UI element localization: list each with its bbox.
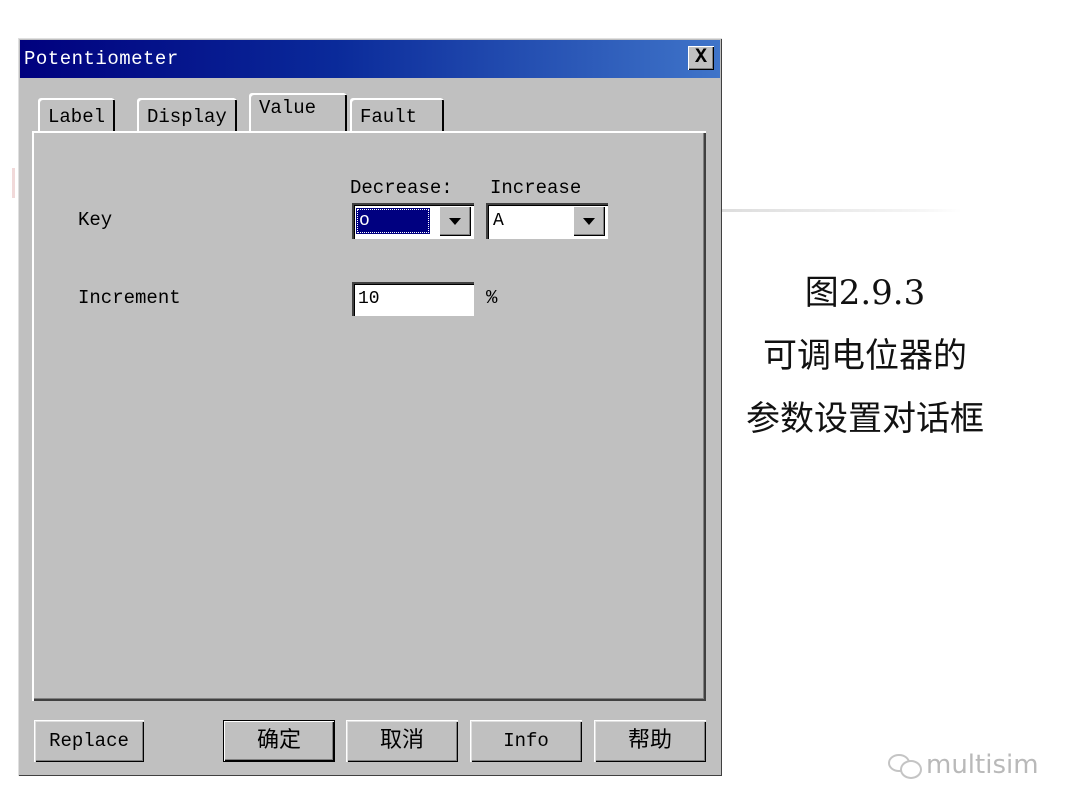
figure-caption: 图2.9.3 可调电位器的 参数设置对话框 xyxy=(730,262,1000,451)
replace-button-label: Replace xyxy=(49,730,129,752)
help-button[interactable]: 帮助 xyxy=(594,720,706,762)
tab-display-text: Display xyxy=(147,106,227,128)
dropdown-arrow-icon[interactable] xyxy=(573,206,605,236)
potentiometer-dialog: Potentiometer X Label Display Value Faul… xyxy=(18,38,722,776)
increase-label: Increase xyxy=(490,177,582,199)
increment-input[interactable]: 10 xyxy=(352,282,474,316)
cancel-button-label: 取消 xyxy=(379,728,424,753)
decrease-key-value: o xyxy=(356,208,430,234)
tab-fault[interactable]: Fault xyxy=(350,98,444,132)
tab-value-text: Value xyxy=(259,97,317,119)
tab-display[interactable]: Display xyxy=(137,98,237,132)
decorative-mark xyxy=(12,168,15,198)
help-button-label: 帮助 xyxy=(627,728,672,753)
tab-label-text: Label xyxy=(48,106,106,128)
watermark: multisim xyxy=(888,750,1039,780)
wechat-icon xyxy=(888,753,922,779)
tab-label[interactable]: Label xyxy=(38,98,116,132)
dropdown-arrow-icon[interactable] xyxy=(439,206,471,236)
decrease-label: Decrease: xyxy=(350,177,453,199)
separator-line xyxy=(722,209,962,212)
caption-line-2: 可调电位器的 xyxy=(763,336,967,376)
increment-unit: % xyxy=(486,287,498,309)
dialog-title: Potentiometer xyxy=(24,48,179,70)
title-bar[interactable]: Potentiometer X xyxy=(20,40,720,78)
close-icon: X xyxy=(694,46,707,69)
replace-button[interactable]: Replace xyxy=(34,720,144,762)
increase-key-value: A xyxy=(493,211,504,231)
cancel-button[interactable]: 取消 xyxy=(346,720,458,762)
tab-value[interactable]: Value xyxy=(249,93,347,133)
caption-figure-number: 图2.9.3 xyxy=(804,273,926,313)
decrease-key-select[interactable]: o xyxy=(352,203,474,239)
increment-label: Increment xyxy=(78,287,181,309)
close-button[interactable]: X xyxy=(688,46,714,70)
info-button[interactable]: Info xyxy=(470,720,582,762)
value-tab-panel: Key Decrease: Increase o A Increment 10 … xyxy=(32,131,706,701)
tab-fault-text: Fault xyxy=(360,106,418,128)
watermark-text: multisim xyxy=(926,750,1039,780)
ok-button-label: 确定 xyxy=(256,728,301,753)
ok-button[interactable]: 确定 xyxy=(223,720,335,762)
caption-line-3: 参数设置对话框 xyxy=(746,399,984,439)
info-button-label: Info xyxy=(503,730,549,752)
increase-key-select[interactable]: A xyxy=(486,203,608,239)
key-label: Key xyxy=(78,209,113,231)
